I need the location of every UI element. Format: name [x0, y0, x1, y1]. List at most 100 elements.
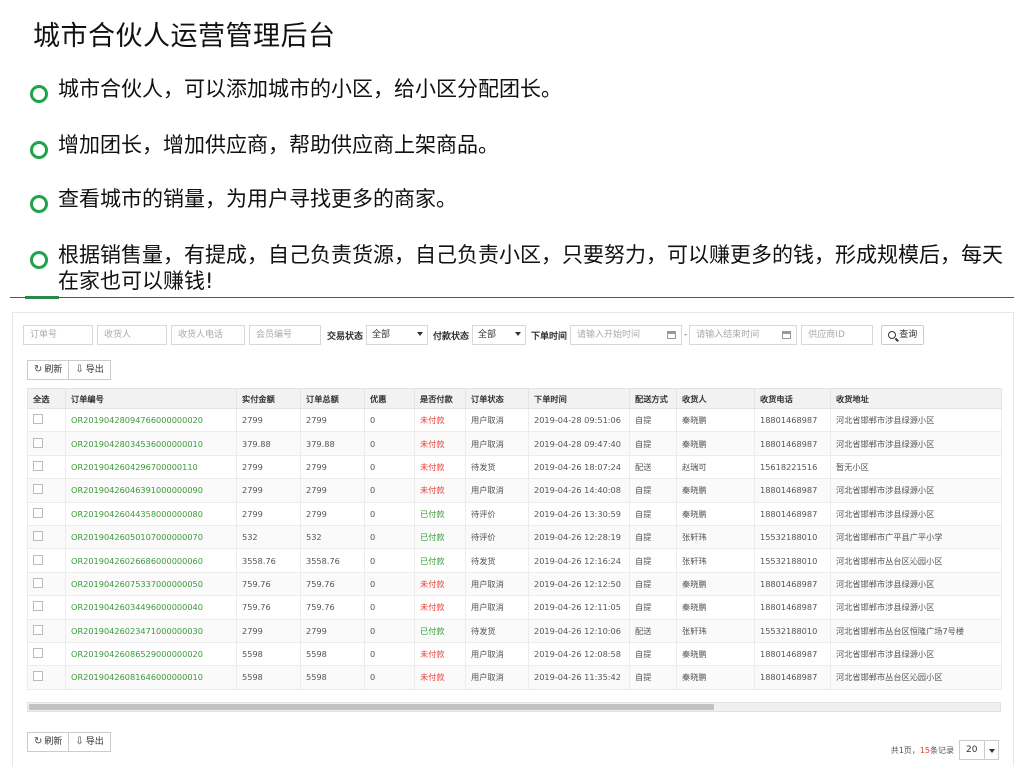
row-checkbox[interactable] [33, 460, 43, 471]
paid-amount-cell: 2799 [236, 454, 301, 480]
supplier-id-input[interactable]: 供应商ID [801, 325, 874, 345]
row-checkbox[interactable] [33, 648, 43, 659]
order-no-cell[interactable]: OR2019042604296700000110 [65, 454, 237, 480]
receiver-cell: 秦晓鹏 [676, 431, 755, 456]
end-time-input[interactable]: 请输入结束时间 [689, 325, 798, 345]
row-checkbox[interactable] [33, 414, 43, 425]
page-size-select[interactable]: 20 [959, 740, 999, 760]
order-time-cell: 2019-04-26 12:08:58 [528, 641, 630, 667]
select-all-header[interactable]: 全选 [27, 388, 66, 409]
row-checkbox[interactable] [33, 554, 43, 565]
total-amount-cell: 2799 [300, 501, 365, 526]
table-row[interactable]: OR20190426034496000000040 759.76 759.76 0 未付… [27, 595, 1002, 620]
row-checkbox[interactable] [33, 531, 43, 542]
start-time-input[interactable]: 请输入开始时间 [570, 325, 683, 345]
order-time-cell: 2019-04-26 18:07:24 [528, 454, 630, 480]
column-header: 实付金额 [236, 388, 301, 409]
phone-cell: 15532188010 [754, 524, 831, 550]
trade-status-select[interactable]: 全部 [366, 325, 429, 345]
discount-cell: 0 [364, 524, 415, 550]
order-time-cell: 2019-04-28 09:51:06 [528, 407, 630, 433]
order-time-cell: 2019-04-26 11:35:42 [528, 665, 630, 690]
address-cell: 河北省邯郸市涉县绿源小区 [830, 501, 1002, 526]
top-toolbar: ↻ 刷新 ⇩ 导出 [27, 360, 111, 380]
search-button[interactable]: 查询 [881, 325, 925, 345]
row-checkbox[interactable] [33, 601, 43, 612]
order-no-input[interactable]: 订单号 [23, 325, 93, 345]
table-row[interactable]: OR20190428034536000000010 379.88 379.88 0 未付… [27, 431, 1002, 456]
table-row[interactable]: OR20190428094766000000020 2799 2799 0 未付款 用户取… [27, 407, 1002, 433]
phone-cell: 18801468987 [754, 595, 831, 620]
address-cell: 河北省邯郸市涉县绿源小区 [830, 407, 1002, 433]
delivery-cell: 自提 [629, 524, 677, 550]
order-no-cell[interactable]: OR20190426026686000000060 [65, 548, 237, 573]
orders-table-body: OR20190428094766000000020 2799 2799 0 未付款 用户取… [27, 407, 1002, 690]
pay-status-value: 全部 [478, 330, 497, 340]
export-button[interactable]: ⇩ 导出 [69, 360, 111, 380]
pay-status-cell: 已付款 [414, 501, 466, 526]
receiver-cell: 赵瑞可 [676, 454, 755, 480]
order-status-cell: 用户取消 [465, 478, 529, 503]
table-row[interactable]: OR20190426081646000000010 5598 5598 0 未付款 用户取… [27, 665, 1002, 690]
paid-amount-cell: 2799 [236, 478, 301, 503]
order-no-cell[interactable]: OR20190426044358000000080 [65, 501, 237, 526]
table-row[interactable]: OR20190426050107000000070 532 532 0 已付款 待评价 20… [27, 524, 1002, 550]
delivery-cell: 自提 [629, 501, 677, 526]
trade-status-label: 交易状态 [327, 331, 364, 342]
scrollbar-thumb[interactable] [29, 704, 714, 710]
order-time-cell: 2019-04-28 09:47:40 [528, 431, 630, 456]
refresh-button[interactable]: ↻ 刷新 [27, 360, 70, 380]
total-amount-cell: 2799 [300, 478, 365, 503]
orders-table: 全选 订单编号 实付金额 订单总额 优惠 是否付款 订单状态 下单时间 配送方式… [27, 388, 1002, 690]
chevron-down-icon[interactable] [984, 741, 998, 759]
column-header: 订单总额 [300, 388, 365, 409]
order-no-cell[interactable]: OR20190426081646000000010 [65, 665, 237, 690]
delivery-cell: 自提 [629, 407, 677, 433]
pager-prefix: 共1页， [890, 745, 920, 755]
table-row[interactable]: OR20190426046391000000090 2799 2799 0 未付款 用户取… [27, 478, 1002, 503]
receiver-input[interactable]: 收货人 [97, 325, 167, 345]
refresh-button[interactable]: ↻ 刷新 [27, 732, 70, 752]
pay-status-select[interactable]: 全部 [472, 325, 527, 345]
table-row[interactable]: OR20190426044358000000080 2799 2799 0 已付款 待评价… [27, 501, 1002, 526]
horizontal-scrollbar[interactable] [27, 702, 1001, 712]
discount-cell: 0 [364, 595, 415, 620]
table-row[interactable]: OR2019042604296700000110 2799 2799 0 未付款 待发货 2… [27, 454, 1002, 480]
paid-amount-cell: 532 [236, 524, 301, 550]
order-no-cell[interactable]: OR20190428034536000000010 [65, 431, 237, 456]
table-row[interactable]: OR20190426026686000000060 3558.76 3558.76 0… [27, 548, 1002, 573]
row-checkbox[interactable] [33, 624, 43, 635]
receiver-phone-input[interactable]: 收货人电话 [171, 325, 245, 345]
phone-cell: 15618221516 [754, 454, 831, 480]
receiver-cell: 秦晓鹏 [676, 478, 755, 503]
table-row[interactable]: OR20190426023471000000030 2799 2799 0 已付款 待发货… [27, 618, 1002, 643]
delivery-cell: 自提 [629, 595, 677, 620]
export-button[interactable]: ⇩ 导出 [69, 732, 111, 752]
order-no-cell[interactable]: OR20190426050107000000070 [65, 524, 237, 550]
row-checkbox-cell [27, 454, 66, 480]
bullet-text: 查看城市的销量，为用户寻找更多的商家。 [58, 187, 457, 211]
row-checkbox[interactable] [33, 577, 43, 588]
calendar-icon[interactable] [782, 331, 792, 339]
order-no-cell[interactable]: OR20190426075337000000050 [65, 571, 237, 597]
delivery-cell: 自提 [629, 571, 677, 597]
calendar-icon[interactable] [667, 331, 677, 339]
row-checkbox[interactable] [33, 484, 43, 495]
row-checkbox[interactable] [33, 507, 43, 518]
order-no-cell[interactable]: OR20190428094766000000020 [65, 407, 237, 433]
row-checkbox[interactable] [33, 437, 43, 448]
pay-status-cell: 已付款 [414, 548, 466, 573]
bullet-ring-icon [30, 85, 48, 103]
bullet-item: 城市合伙人，可以添加城市的小区，给小区分配团长。 [30, 76, 562, 103]
order-time-cell: 2019-04-26 13:30:59 [528, 501, 630, 526]
member-no-input[interactable]: 会员编号 [249, 325, 321, 345]
order-no-cell[interactable]: OR20190426086529000000020 [65, 641, 237, 667]
paid-amount-cell: 3558.76 [236, 548, 301, 573]
order-no-cell[interactable]: OR20190426023471000000030 [65, 618, 237, 643]
table-row[interactable]: OR20190426075337000000050 759.76 759.76 0 未付… [27, 571, 1002, 597]
order-no-cell[interactable]: OR20190426046391000000090 [65, 478, 237, 503]
table-row[interactable]: OR20190426086529000000020 5598 5598 0 未付款 用户取… [27, 641, 1002, 667]
row-checkbox[interactable] [33, 671, 43, 682]
total-amount-cell: 759.76 [300, 571, 365, 597]
order-no-cell[interactable]: OR20190426034496000000040 [65, 595, 237, 620]
